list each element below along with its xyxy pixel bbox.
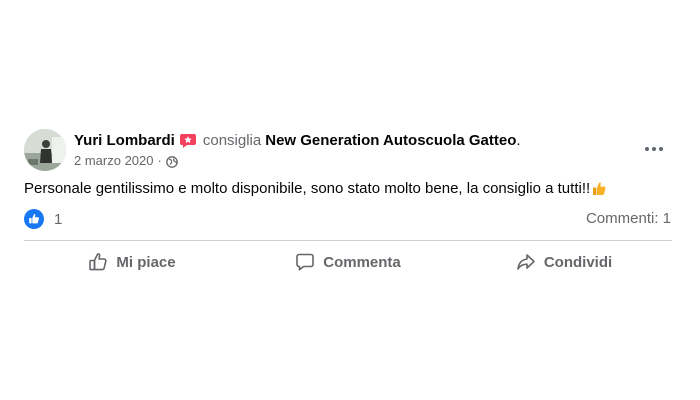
header-punctuation: . [516, 132, 521, 149]
post-header: Yuri Lombardi consiglia New Generation A… [74, 131, 521, 151]
more-options-button[interactable] [640, 139, 668, 159]
post-date[interactable]: 2 marzo 2020 [74, 152, 154, 170]
share-button[interactable]: Condividi [456, 247, 672, 277]
review-post: Yuri Lombardi consiglia New Generation A… [0, 0, 700, 400]
thumbs-up-icon [89, 253, 108, 271]
meta-separator: · [157, 153, 162, 168]
avatar[interactable] [24, 129, 66, 171]
reactions-summary[interactable]: 1 [24, 209, 62, 229]
share-button-label: Condividi [543, 253, 613, 271]
like-button-label: Mi piace [116, 253, 176, 271]
globe-icon[interactable] [165, 155, 178, 168]
reaction-count: 1 [54, 210, 63, 228]
action-text: consiglia [202, 132, 262, 149]
dot-icon [652, 147, 656, 151]
like-icon [24, 209, 44, 229]
author-name[interactable]: Yuri Lombardi [74, 131, 175, 151]
post-body: Personale gentilissimo e molto disponibi… [24, 178, 607, 200]
dot-icon [645, 147, 649, 151]
page-name[interactable]: New Generation Autoscuola Gatteo [265, 131, 516, 151]
thumbs-up-emoji-icon [591, 181, 607, 197]
recommendation-icon [179, 133, 197, 149]
divider [24, 240, 672, 241]
like-button[interactable]: Mi piace [24, 247, 240, 277]
comment-icon [296, 253, 315, 271]
post-actions-bar: Mi piace Commenta Condividi [24, 247, 672, 277]
dot-icon [659, 147, 663, 151]
post-meta: 2 marzo 2020 · [74, 152, 178, 170]
share-icon [517, 254, 535, 270]
comment-button-label: Commenta [323, 253, 401, 271]
post-text: Personale gentilissimo e molto disponibi… [24, 180, 591, 197]
comment-button[interactable]: Commenta [240, 247, 456, 277]
comments-count-link[interactable]: Commenti: 1 [586, 209, 671, 229]
avatar-photo [24, 129, 66, 171]
